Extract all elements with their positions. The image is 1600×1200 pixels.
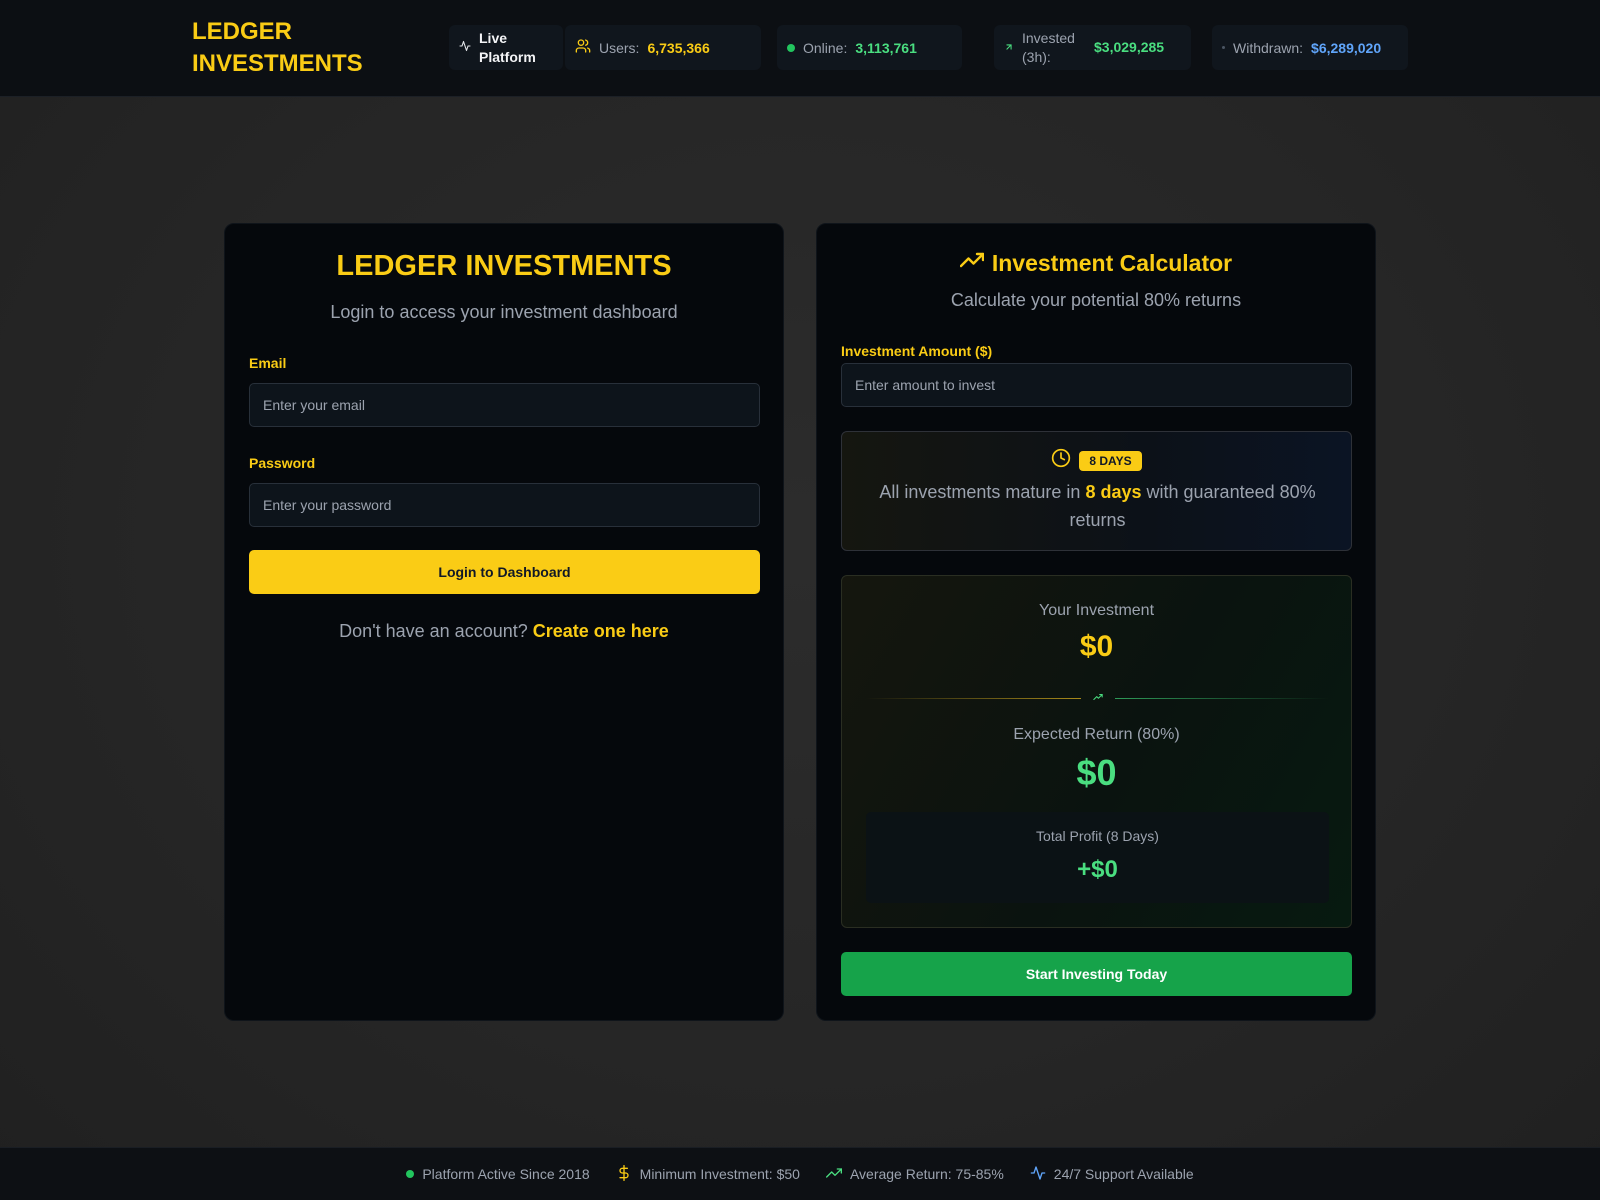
footer-item-support: 24/7 Support Available [1030, 1165, 1194, 1184]
arrow-up-right-icon [1004, 38, 1014, 57]
brand-line-1: LEDGER [192, 18, 293, 45]
users-value: 6,735,366 [647, 39, 710, 56]
invested-label-line-2: (3h): [1022, 48, 1051, 65]
profit-box: Total Profit (8 Days) +$0 [866, 812, 1329, 903]
maturity-info: 8 DAYS All investments mature in 8 days … [841, 431, 1352, 551]
calculator-subtitle: Calculate your potential 80% returns [950, 290, 1242, 310]
footer-item-label: Average Return: 75-85% [849, 1166, 1004, 1182]
withdrawn-value: $6,289,020 [1311, 39, 1382, 56]
login-card: LEDGER INVESTMENTS Login to access your … [224, 223, 784, 1021]
footer-item-average-return: Average Return: 75-85% [825, 1165, 1004, 1184]
footer-bar: Platform Active Since 2018 Minimum Inves… [0, 1147, 1600, 1200]
amount-input[interactable] [841, 363, 1352, 407]
maturity-highlight: 8 days [1085, 482, 1142, 502]
live-label-line-2: Platform [479, 48, 536, 65]
brand-logo[interactable]: LEDGER INVESTMENTS [192, 16, 392, 80]
footer-item-minimum: Minimum Investment: $50 [616, 1164, 800, 1184]
top-bar: LEDGER INVESTMENTS Live Platform Users: … [0, 0, 1600, 97]
expected-return-label: Expected Return (80%) [1013, 726, 1180, 743]
expected-return-value: $0 [1076, 752, 1117, 793]
dollar-icon [616, 1164, 632, 1184]
profit-value: +$0 [1077, 856, 1118, 883]
calculator-title-text: Investment Calculator [991, 249, 1233, 276]
footer-item-label: Minimum Investment: $50 [639, 1166, 800, 1182]
your-investment-value: $0 [1079, 630, 1114, 663]
password-label: Password [249, 455, 316, 471]
signup-prompt-text: Don't have an account? [339, 621, 528, 641]
maturity-badge: 8 DAYS [1079, 450, 1142, 471]
invested-value: $3,029,285 [1094, 39, 1165, 55]
start-investing-button[interactable]: Start Investing Today [841, 952, 1352, 996]
maturity-prefix: All investments mature in [879, 482, 1081, 502]
live-label-line-1: Live [479, 29, 508, 46]
footer-item-active-since: Platform Active Since 2018 [406, 1166, 590, 1182]
status-dot-icon [406, 1170, 415, 1178]
footer-item-label: Platform Active Since 2018 [422, 1166, 590, 1182]
your-investment-label: Your Investment [1038, 602, 1155, 619]
maturity-header: 8 DAYS [842, 448, 1351, 473]
login-title: LEDGER INVESTMENTS [336, 250, 672, 282]
users-label: Users: [599, 39, 640, 56]
login-button[interactable]: Login to Dashboard [249, 550, 760, 594]
login-subtitle: Login to access your investment dashboar… [330, 302, 678, 322]
brand-line-2: INVESTMENTS [192, 50, 363, 77]
results-divider [866, 693, 1329, 703]
clock-icon [1051, 448, 1071, 473]
withdrawn-stat: Withdrawn: $6,289,020 [1212, 25, 1408, 70]
invested-stat: Invested (3h): $3,029,285 [994, 25, 1191, 70]
email-label: Email [249, 355, 287, 371]
withdrawn-label: Withdrawn: [1233, 39, 1304, 56]
results-panel: Your Investment $0 Expected Return (80%)… [841, 575, 1352, 928]
footer-item-label: 24/7 Support Available [1053, 1166, 1194, 1182]
email-field[interactable] [249, 383, 760, 427]
activity-icon [459, 38, 471, 57]
online-value: 3,113,761 [855, 39, 917, 56]
profit-label: Total Profit (8 Days) [1036, 828, 1159, 844]
create-account-link[interactable]: Create one here [533, 621, 669, 641]
status-dot-icon [787, 43, 795, 52]
users-icon [575, 38, 591, 57]
invested-label-line-1: Invested [1022, 29, 1075, 46]
users-stat: Users: 6,735,366 [565, 25, 761, 70]
maturity-text: All investments mature in 8 days with gu… [862, 478, 1333, 534]
calculator-title: Investment Calculator [817, 248, 1375, 278]
trending-up-icon [959, 248, 985, 278]
amount-label: Investment Amount ($) [841, 343, 993, 359]
online-label: Online: [803, 39, 848, 56]
live-platform-stat: Live Platform [449, 25, 563, 70]
calculator-card: Investment Calculator Calculate your pot… [816, 223, 1376, 1021]
trending-up-icon [825, 1165, 842, 1184]
dot-icon [1222, 46, 1225, 49]
signup-prompt: Don't have an account? Create one here [225, 621, 783, 642]
arrow-up-right-icon [1092, 689, 1103, 707]
activity-icon [1030, 1165, 1046, 1184]
password-field[interactable] [249, 483, 760, 527]
online-stat: Online: 3,113,761 [777, 25, 962, 70]
